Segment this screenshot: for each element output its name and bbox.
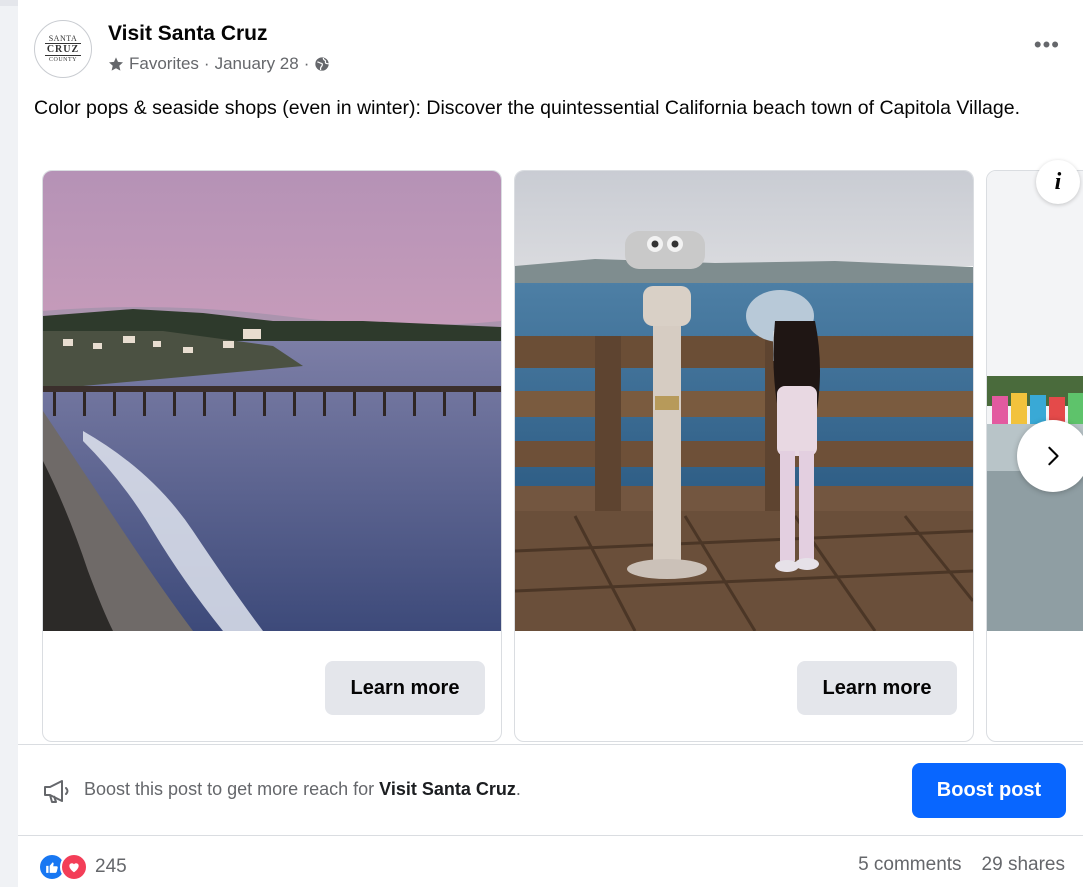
boost-prompt-suffix: . [515,779,521,799]
audience-label[interactable]: Favorites [129,54,199,74]
reactions-summary[interactable]: 245 [38,853,127,881]
post-card: SANTA CRUZ COUNTY Visit Santa Cruz Favor… [18,0,1083,887]
avatar-text-3: COUNTY [49,57,77,63]
megaphone-icon [42,778,72,809]
boost-prompt: Boost this post to get more reach for Vi… [84,779,521,800]
love-icon [60,853,88,881]
boost-prompt-page: Visit Santa Cruz [379,779,516,799]
carousel-slide[interactable]: Learn more [514,170,974,742]
avatar-text-2: CRUZ [44,43,82,56]
star-icon [108,56,124,72]
meta-separator-2: · [303,54,310,73]
slide-photo-pier-sunset[interactable] [43,171,501,631]
learn-more-button[interactable]: Learn more [797,661,957,715]
post-caption: Color pops & seaside shops (even in wint… [34,97,1021,119]
carousel-slide[interactable]: Learn more [42,170,502,742]
meta-separator: · [203,54,210,73]
post-header: SANTA CRUZ COUNTY Visit Santa Cruz Favor… [34,18,1074,82]
engagement-bar: 245 5 comments 29 shares [18,836,1083,887]
slide-photo-child-binoculars[interactable] [515,171,973,631]
chevron-right-icon[interactable] [1017,420,1083,492]
carousel: Learn more Learn more [42,170,1083,744]
post-meta: Favorites · January 28 · [108,54,330,74]
boost-row: Boost this post to get more reach for Vi… [18,746,1083,834]
page-name-link[interactable]: Visit Santa Cruz [108,22,268,46]
engagement-counts: 5 comments 29 shares [858,854,1065,876]
reaction-count: 245 [95,856,127,877]
shares-count-link[interactable]: 29 shares [982,854,1065,876]
globe-icon [314,56,330,72]
learn-more-button[interactable]: Learn more [325,661,485,715]
slide-photo-colorful-houses[interactable] [987,171,1083,631]
avatar-text-1: SANTA [48,34,78,43]
boost-post-button[interactable]: Boost post [912,763,1066,818]
comments-count-link[interactable]: 5 comments [858,854,961,876]
boost-prompt-prefix: Boost this post to get more reach for [84,779,380,799]
divider [18,744,1083,745]
info-icon[interactable]: i [1036,160,1080,204]
avatar[interactable]: SANTA CRUZ COUNTY [34,20,92,78]
more-options-icon[interactable]: ••• [1034,32,1060,58]
post-date-link[interactable]: January 28 [215,54,299,74]
